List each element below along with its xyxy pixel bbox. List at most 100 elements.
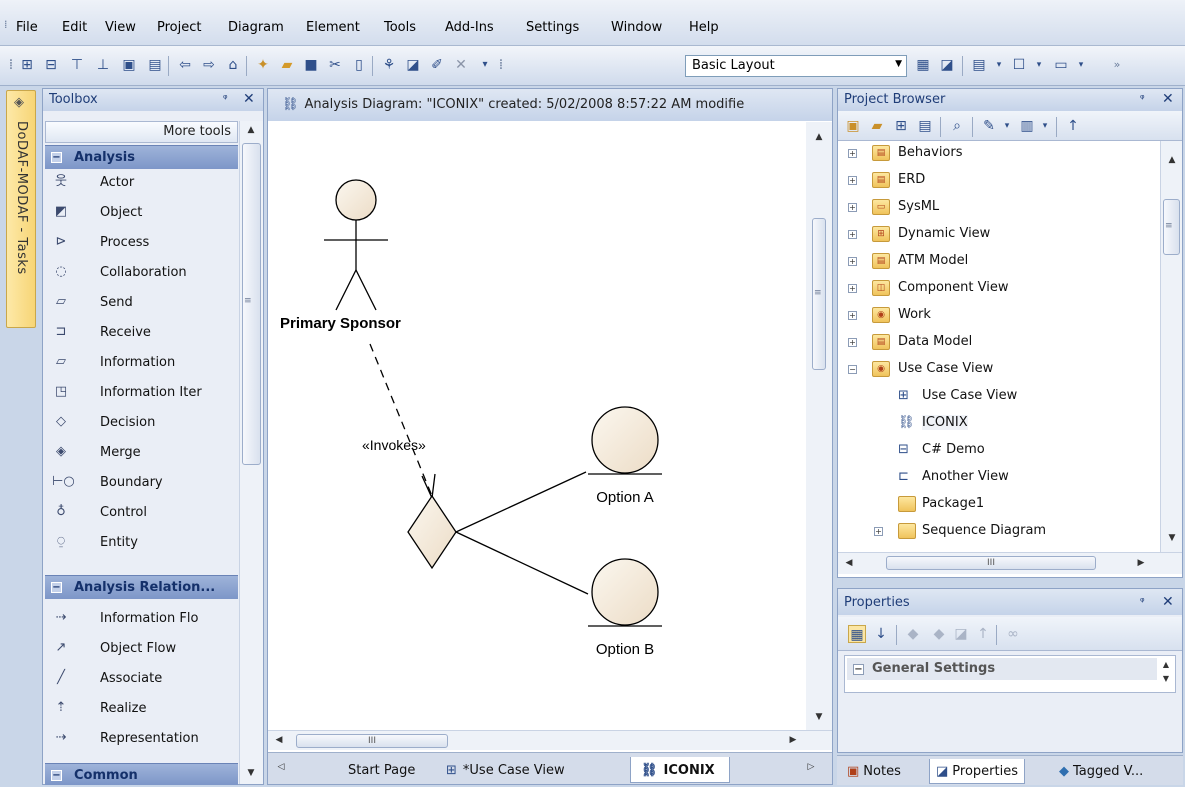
collapse-icon[interactable]: − bbox=[51, 152, 62, 163]
collapse-icon[interactable]: − bbox=[848, 365, 857, 374]
toolbox-group-analysis[interactable]: − Analysis bbox=[45, 145, 238, 169]
menu-settings[interactable]: Settings bbox=[526, 20, 579, 35]
align-top-icon[interactable]: ⊤ bbox=[68, 56, 86, 74]
tab-notes[interactable]: ▣ Notes bbox=[841, 759, 907, 784]
tool-representation[interactable]: ⇢ Representation bbox=[49, 725, 234, 753]
new-element-icon[interactable]: ▤ bbox=[916, 117, 934, 135]
element-view-icon[interactable]: ◪ bbox=[938, 56, 956, 74]
tab-scroll-right-icon[interactable]: ▷ bbox=[804, 762, 818, 772]
close-icon[interactable]: ✕ bbox=[243, 91, 255, 107]
layout-icon[interactable]: ⚘ bbox=[380, 56, 398, 74]
save-icon[interactable]: ■ bbox=[302, 56, 320, 74]
toolbox-scrollbar[interactable]: ▲ ≡ ▼ bbox=[239, 121, 263, 784]
scroll-up-icon[interactable]: ▲ bbox=[812, 132, 826, 142]
window-icon[interactable]: ☐ bbox=[1010, 56, 1028, 74]
decision-node[interactable] bbox=[407, 494, 457, 570]
chevron-down-icon[interactable]: ▼ bbox=[895, 59, 902, 69]
new-package-icon[interactable]: ▰ bbox=[868, 117, 886, 135]
diagram-canvas[interactable]: Primary Sponsor «Invokes» Option A Optio… bbox=[270, 122, 806, 730]
tab-scroll-left-icon[interactable]: ◁ bbox=[274, 762, 288, 772]
cut-icon[interactable]: ✂ bbox=[326, 56, 344, 74]
workspace-layout-select[interactable]: Basic Layout ▼ bbox=[685, 55, 907, 77]
close-icon[interactable]: ✕ bbox=[1162, 594, 1174, 610]
align-bottom-icon[interactable]: ⊥ bbox=[94, 56, 112, 74]
expand-icon[interactable]: + bbox=[874, 527, 883, 536]
list-view-icon[interactable]: ▤ bbox=[970, 56, 988, 74]
expand-icon[interactable]: + bbox=[848, 230, 857, 239]
project-tree[interactable]: + ▤ Behaviors + ▤ ERD + ▭ SysML + ⊞ Dynamic View… bbox=[838, 141, 1160, 551]
chevron-down-icon[interactable]: ▾ bbox=[1030, 56, 1048, 74]
tab-iconix[interactable]: ⛓ ICONIX bbox=[630, 757, 730, 783]
expand-icon[interactable]: + bbox=[848, 149, 857, 158]
pin-icon[interactable]: ᵠ bbox=[1140, 92, 1145, 105]
expand-icon[interactable]: + bbox=[848, 311, 857, 320]
scrollbar-thumb[interactable]: III bbox=[296, 734, 448, 748]
tool-information[interactable]: ▱ Information bbox=[49, 349, 234, 377]
pin-icon[interactable]: ᵠ bbox=[1140, 595, 1145, 608]
chevron-down-icon[interactable]: ▾ bbox=[998, 117, 1016, 135]
tab-properties[interactable]: ◪ Properties bbox=[929, 759, 1025, 784]
scroll-up-icon[interactable]: ▲ bbox=[244, 125, 258, 135]
tool-process[interactable]: ⊳ Process bbox=[49, 229, 234, 257]
tag-icon[interactable]: ◆ bbox=[904, 625, 922, 643]
menu-file[interactable]: File bbox=[16, 20, 38, 35]
new-diagram-icon[interactable]: ⊞ bbox=[892, 117, 910, 135]
tree-icon[interactable]: ⊞ bbox=[18, 56, 36, 74]
menu-tools[interactable]: Tools bbox=[384, 20, 416, 35]
toolbar-overflow-icon[interactable]: » bbox=[1108, 56, 1126, 74]
diagram-horizontal-scrollbar[interactable]: ◀ III ▶ bbox=[268, 730, 832, 750]
collapse-icon[interactable]: − bbox=[853, 664, 864, 675]
paste-layout-icon[interactable]: ▤ bbox=[146, 56, 164, 74]
more-tools-button[interactable]: More tools bbox=[45, 121, 238, 143]
expand-icon[interactable]: + bbox=[848, 257, 857, 266]
chevron-down-icon[interactable]: ▾ bbox=[990, 56, 1008, 74]
properties-icon[interactable]: ◪ bbox=[404, 56, 422, 74]
tool-information-flow[interactable]: ⇢ Information Flo bbox=[49, 605, 234, 633]
entity-option-b[interactable] bbox=[588, 558, 662, 627]
tool-boundary[interactable]: ⊢○ Boundary bbox=[49, 469, 234, 497]
menu-add-ins[interactable]: Add-Ins bbox=[445, 20, 494, 35]
menu-element[interactable]: Element bbox=[306, 20, 360, 35]
menu-view[interactable]: View bbox=[105, 20, 136, 35]
tool-actor[interactable]: 웃 Actor bbox=[49, 169, 234, 197]
collapse-icon[interactable]: − bbox=[51, 770, 62, 781]
expand-icon[interactable]: + bbox=[848, 176, 857, 185]
toolbox-group-analysis-relationships[interactable]: − Analysis Relation... bbox=[45, 575, 238, 599]
scroll-right-icon[interactable]: ▶ bbox=[786, 735, 800, 745]
dodaf-tasks-dock-tab[interactable]: ◈ DoDAF-MODAF - Tasks bbox=[6, 90, 36, 328]
expand-icon[interactable]: + bbox=[848, 338, 857, 347]
tool-associate[interactable]: ╱ Associate bbox=[49, 665, 234, 693]
tab-tagged-values[interactable]: ◆ Tagged V... bbox=[1053, 759, 1149, 784]
menu-diagram[interactable]: Diagram bbox=[228, 20, 284, 35]
tool-realize[interactable]: ⇡ Realize bbox=[49, 695, 234, 723]
tag-delete-icon[interactable]: ◆ bbox=[930, 625, 948, 643]
bar-icon[interactable]: ▭ bbox=[1052, 56, 1070, 74]
copy-layout-icon[interactable]: ▣ bbox=[120, 56, 138, 74]
expand-icon[interactable]: + bbox=[848, 284, 857, 293]
move-up-icon[interactable]: ↑ bbox=[974, 625, 992, 643]
association-to-option-b[interactable] bbox=[455, 531, 589, 595]
tool-receive[interactable]: ⊐ Receive bbox=[49, 319, 234, 347]
invokes-connector[interactable] bbox=[369, 343, 433, 497]
new-project-icon[interactable]: ✦ bbox=[254, 56, 272, 74]
tool-object[interactable]: ◩ Object bbox=[49, 199, 234, 227]
sort-alpha-icon[interactable]: ↓ bbox=[872, 625, 890, 643]
chevron-down-icon[interactable]: ▾ bbox=[1072, 56, 1090, 74]
categorized-icon[interactable]: ▦ bbox=[848, 625, 866, 643]
scroll-up-icon[interactable]: ▲ bbox=[1165, 155, 1179, 165]
tab-use-case-view[interactable]: ⊞ *Use Case View bbox=[436, 757, 575, 783]
scroll-down-icon[interactable]: ▼ bbox=[812, 712, 826, 722]
brush-icon[interactable]: ✐ bbox=[428, 56, 446, 74]
entity-option-a[interactable] bbox=[588, 406, 662, 475]
chevron-down-icon[interactable]: ▾ bbox=[1036, 117, 1054, 135]
open-folder-icon[interactable]: ▰ bbox=[278, 56, 296, 74]
scrollbar-thumb[interactable]: III bbox=[886, 556, 1096, 570]
diagram-vertical-scrollbar[interactable]: ▲ ≡ ▼ bbox=[806, 122, 832, 730]
tool-collaboration[interactable]: ◌ Collaboration bbox=[49, 259, 234, 287]
scroll-left-icon[interactable]: ◀ bbox=[272, 735, 286, 745]
diagram-view-icon[interactable]: ▦ bbox=[914, 56, 932, 74]
delete-icon[interactable]: ✕ bbox=[452, 56, 470, 74]
menu-help[interactable]: Help bbox=[689, 20, 719, 35]
actor-primary-sponsor[interactable] bbox=[324, 179, 388, 311]
hierarchy-icon[interactable]: ⊟ bbox=[42, 56, 60, 74]
